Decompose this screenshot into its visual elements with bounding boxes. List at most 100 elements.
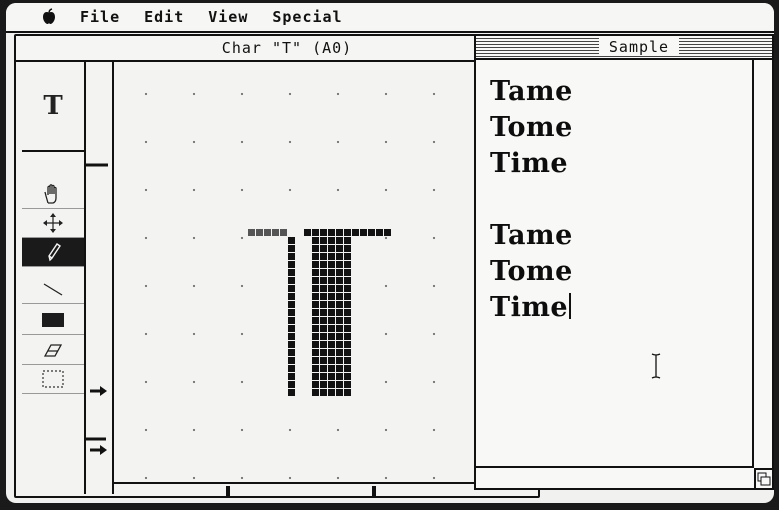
eraser-tool[interactable] [22, 336, 84, 365]
glyph-pixel [328, 365, 335, 372]
horizontal-scrollbar[interactable] [476, 466, 754, 488]
menu-view[interactable]: View [208, 8, 248, 26]
move-tool[interactable] [22, 209, 84, 238]
menu-edit[interactable]: Edit [144, 8, 184, 26]
glyph-pixel [328, 309, 335, 316]
glyph-pixel [344, 253, 351, 260]
glyph-pixel [320, 373, 327, 380]
apple-menu-icon[interactable] [40, 8, 58, 26]
glyph-pixel [320, 261, 327, 268]
glyph-pixel [328, 333, 335, 340]
glyph-pixel [264, 229, 271, 236]
sample-title-bar[interactable]: Sample [476, 36, 772, 60]
glyph-pixel [344, 357, 351, 364]
glyph-pixel [312, 261, 319, 268]
glyph-pixel [328, 277, 335, 284]
hand-tool[interactable] [22, 180, 84, 209]
glyph-pixel [312, 381, 319, 388]
sample-line: Tame [490, 76, 573, 107]
glyph-pixel [288, 261, 295, 268]
glyph-pixel [352, 229, 359, 236]
glyph-pixel [312, 309, 319, 316]
glyph-pixel [256, 229, 263, 236]
glyph-pixel [336, 229, 343, 236]
glyph-pixel [344, 365, 351, 372]
glyph-pixel [320, 285, 327, 292]
pencil-tool[interactable] [22, 238, 84, 267]
glyph-pixel [288, 285, 295, 292]
fatbits-grid[interactable] [114, 62, 482, 482]
glyph-pixel [328, 349, 335, 356]
menu-file[interactable]: File [80, 8, 120, 26]
editor-title-bar[interactable]: Char "T" (A0) [16, 36, 538, 62]
glyph-pixel [312, 293, 319, 300]
glyph-pixel [288, 253, 295, 260]
glyph-pixel [248, 229, 255, 236]
glyph-pixel [376, 229, 383, 236]
screen: File Edit View Special Char "T" (A0) T S… [6, 3, 774, 503]
left-ruler [86, 62, 114, 494]
glyph-pixel [328, 245, 335, 252]
character-preview: T [22, 62, 84, 152]
fill-rect-tool[interactable] [22, 306, 84, 335]
line-tool[interactable] [22, 275, 84, 304]
vertical-scrollbar[interactable] [752, 60, 772, 468]
glyph-pixel [312, 357, 319, 364]
glyph-pixel [312, 389, 319, 396]
glyph-pixel [320, 357, 327, 364]
glyph-pixel [320, 229, 327, 236]
glyph-pixel [312, 325, 319, 332]
line-icon [43, 283, 63, 296]
glyph-pixel [328, 261, 335, 268]
glyph-pixel [344, 277, 351, 284]
size-box[interactable] [754, 468, 772, 488]
glyph-pixel [344, 349, 351, 356]
menu-special[interactable]: Special [272, 8, 342, 26]
glyph-pixel [288, 357, 295, 364]
glyph-pixel [288, 349, 295, 356]
glyph-pixel [312, 277, 319, 284]
glyph-pixel [320, 301, 327, 308]
right-width-marker[interactable] [372, 486, 376, 496]
glyph-pixel [320, 317, 327, 324]
glyph-pixel [328, 229, 335, 236]
sample-line: Tame [490, 220, 573, 251]
glyph-pixel [328, 317, 335, 324]
glyph-pixel [336, 285, 343, 292]
glyph-pixel [288, 277, 295, 284]
glyph-pixel [328, 341, 335, 348]
glyph-pixel [320, 253, 327, 260]
left-width-marker[interactable] [226, 486, 230, 496]
glyph-pixel [344, 269, 351, 276]
ascent-marker-icon[interactable] [86, 158, 112, 172]
glyph-pixel [344, 389, 351, 396]
sample-line-last: Time [490, 290, 754, 326]
baseline-arrow-icon[interactable] [86, 384, 112, 398]
glyph-pixel [328, 301, 335, 308]
glyph-pixel [320, 365, 327, 372]
descent-arrow-icon[interactable] [86, 443, 112, 457]
sample-text-area[interactable]: Tame Tome Time Tame Tome Time [476, 60, 754, 468]
hand-icon [44, 184, 57, 204]
text-caret [569, 293, 572, 319]
selection-tool[interactable] [22, 365, 84, 394]
glyph-pixel [328, 237, 335, 244]
glyph-pixel [344, 293, 351, 300]
glyph-pixel [320, 293, 327, 300]
glyph-pixel [320, 245, 327, 252]
preview-glyph: T [43, 91, 63, 121]
glyph-pixel [320, 309, 327, 316]
glyph-pixel [288, 317, 295, 324]
glyph-pixel [336, 261, 343, 268]
glyph-pixel [336, 365, 343, 372]
filled-rectangle-icon [42, 313, 64, 327]
four-arrows-icon [43, 213, 63, 233]
glyph-pixel [312, 237, 319, 244]
sample-line: Time [490, 148, 569, 179]
glyph-pixel [304, 229, 311, 236]
glyph-pixel [344, 381, 351, 388]
glyph-pixel [312, 269, 319, 276]
glyph-pixel [336, 301, 343, 308]
glyph-pixel [320, 325, 327, 332]
glyph-pixel [288, 381, 295, 388]
